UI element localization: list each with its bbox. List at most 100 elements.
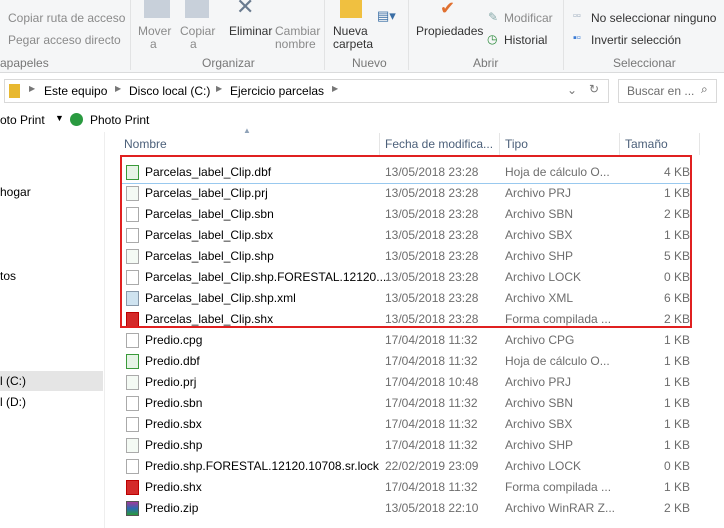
address-bar[interactable]: ▶ Este equipo ▶ Disco local (C:) ▶ Ejerc…: [4, 79, 609, 103]
move-icon: [144, 0, 170, 18]
select-group-label: Seleccionar: [613, 56, 676, 70]
sidebar-item-label: l (C:): [0, 374, 26, 388]
file-name: Predio.dbf: [145, 354, 200, 368]
open-group-label: Abrir: [473, 56, 499, 70]
copy-button[interactable]: Copiar: [180, 24, 215, 38]
delete-button[interactable]: Eliminar: [229, 24, 272, 38]
column-header-size[interactable]: Tamaño: [625, 133, 668, 155]
sidebar-item[interactable]: l (D:): [0, 395, 26, 409]
file-row[interactable]: Predio.shp.FORESTAL.12120.10708.sr.lock 2…: [122, 456, 692, 477]
file-type: Hoja de cálculo O...: [505, 354, 610, 368]
file-type: Archivo WinRAR Z...: [505, 501, 615, 515]
rename-button-line2: nombre: [275, 37, 316, 51]
blank-file-icon: [126, 396, 139, 411]
breadcrumb-this-pc[interactable]: Este equipo: [44, 84, 107, 98]
file-row[interactable]: Predio.cpg 17/04/2018 11:32 Archivo CPG 1 K…: [122, 330, 692, 351]
file-size: 1 KB: [663, 375, 690, 389]
file-size: 1 KB: [663, 333, 690, 347]
delete-icon: ✕: [236, 0, 255, 19]
file-name: Predio.prj: [145, 375, 197, 389]
sidebar-item-selected[interactable]: l (C:): [0, 371, 103, 391]
blank-file-icon: [126, 417, 139, 432]
photo-print-icon: [70, 113, 83, 126]
history-icon: ◷: [487, 32, 498, 46]
search-icon: ⌕: [701, 82, 708, 96]
new-group-label: Nuevo: [352, 56, 387, 70]
file-row[interactable]: Predio.shp 17/04/2018 11:32 Archivo SHP 1 K…: [122, 435, 692, 456]
file-name: Predio.shp: [145, 438, 203, 452]
file-date: 17/04/2018 10:48: [385, 375, 479, 389]
column-header-type[interactable]: Tipo: [505, 133, 528, 155]
sidebar-item[interactable]: hogar: [0, 185, 31, 199]
file-row[interactable]: Predio.dbf 17/04/2018 11:32 Hoja de cálcul…: [122, 351, 692, 372]
column-header-name[interactable]: Nombre: [124, 133, 167, 155]
file-type: Archivo LOCK: [505, 459, 582, 473]
paste-shortcut-button[interactable]: Pegar acceso directo: [8, 33, 121, 47]
file-size: 1 KB: [663, 396, 690, 410]
file-size: 1 KB: [663, 438, 690, 452]
file-row[interactable]: Predio.shx 17/04/2018 11:32 Forma compilad…: [122, 477, 692, 498]
file-name: Predio.shp.FORESTAL.12120.10708.sr.lock: [145, 459, 379, 473]
file-date: 17/04/2018 11:32: [385, 333, 478, 347]
organize-group-label: Organizar: [202, 56, 255, 70]
file-size: 1 KB: [663, 417, 690, 431]
shx-file-icon: [126, 480, 139, 495]
edit-icon: ✎: [488, 10, 499, 24]
file-date: 17/04/2018 11:32: [385, 354, 478, 368]
breadcrumb-folder[interactable]: Ejercicio parcelas: [230, 84, 324, 98]
file-date: 17/04/2018 11:32: [385, 417, 478, 431]
select-none-button[interactable]: No seleccionar ninguno: [591, 11, 716, 25]
toolbar: oto Print ▼ Photo Print: [0, 108, 724, 132]
spreadsheet-file-icon: [126, 354, 139, 369]
file-name: Predio.cpg: [145, 333, 203, 347]
highlight-box: [120, 155, 692, 328]
file-row[interactable]: Predio.sbx 17/04/2018 11:32 Archivo SBX 1 K…: [122, 414, 692, 435]
invert-selection-button[interactable]: Invertir selección: [591, 33, 681, 47]
file-date: 13/05/2018 22:10: [385, 501, 479, 515]
prj-file-icon: [126, 375, 139, 390]
breadcrumb-local-disk[interactable]: Disco local (C:): [129, 84, 210, 98]
file-type: Archivo SBX: [505, 417, 573, 431]
file-size: 1 KB: [663, 480, 690, 494]
file-row[interactable]: Predio.zip 13/05/2018 22:10 Archivo WinRAR…: [122, 498, 692, 519]
photo-print-left-button[interactable]: oto Print: [0, 113, 45, 127]
move-button[interactable]: Mover: [138, 24, 171, 38]
file-name: Predio.shx: [145, 480, 202, 494]
file-row[interactable]: Predio.sbn 17/04/2018 11:32 Archivo SBN 1 K…: [122, 393, 692, 414]
chevron-right-icon[interactable]: ▶: [332, 84, 338, 93]
chevron-right-icon: ▶: [115, 84, 122, 93]
search-input[interactable]: Buscar en ... ⌕: [618, 79, 717, 103]
refresh-icon[interactable]: ↻: [589, 82, 599, 96]
properties-button[interactable]: Propiedades: [416, 24, 483, 38]
file-date: 17/04/2018 11:32: [385, 438, 478, 452]
new-item-icon[interactable]: ▤▾: [377, 8, 396, 24]
search-placeholder: Buscar en ...: [627, 84, 695, 98]
rename-button[interactable]: Cambiar: [275, 24, 320, 38]
new-folder-button[interactable]: Nueva: [333, 24, 368, 38]
chevron-right-icon: ▶: [29, 84, 36, 93]
file-row[interactable]: Predio.prj 17/04/2018 10:48 Archivo PRJ 1 K…: [122, 372, 692, 393]
clipboard-group-label: apapeles: [0, 56, 49, 70]
folder-icon: [9, 84, 20, 98]
dropdown-arrow-icon[interactable]: ▼: [55, 113, 64, 123]
edit-button[interactable]: Modificar: [504, 11, 553, 25]
file-size: 0 KB: [663, 459, 690, 473]
winrar-file-icon: [126, 501, 139, 516]
copy-path-button[interactable]: Copiar ruta de acceso: [8, 11, 125, 25]
column-header-date[interactable]: Fecha de modifica...: [385, 133, 493, 155]
file-name: Predio.zip: [145, 501, 199, 515]
sidebar-item[interactable]: tos: [0, 269, 16, 283]
file-date: 17/04/2018 11:32: [385, 396, 478, 410]
file-name: Predio.sbx: [145, 417, 202, 431]
file-type: Archivo SHP: [505, 438, 574, 452]
file-type: Archivo SBN: [505, 396, 574, 410]
blank-file-icon: [126, 459, 139, 474]
select-none-icon: ▫▫: [573, 10, 581, 22]
history-button[interactable]: Historial: [504, 33, 547, 47]
file-type: Archivo CPG: [505, 333, 575, 347]
new-folder-button-line2: carpeta: [333, 37, 374, 51]
file-date: 17/04/2018 11:32: [385, 480, 478, 494]
history-dropdown-icon[interactable]: ⌄: [567, 83, 577, 97]
photo-print-button[interactable]: Photo Print: [90, 113, 149, 127]
file-date: 22/02/2019 23:09: [385, 459, 479, 473]
